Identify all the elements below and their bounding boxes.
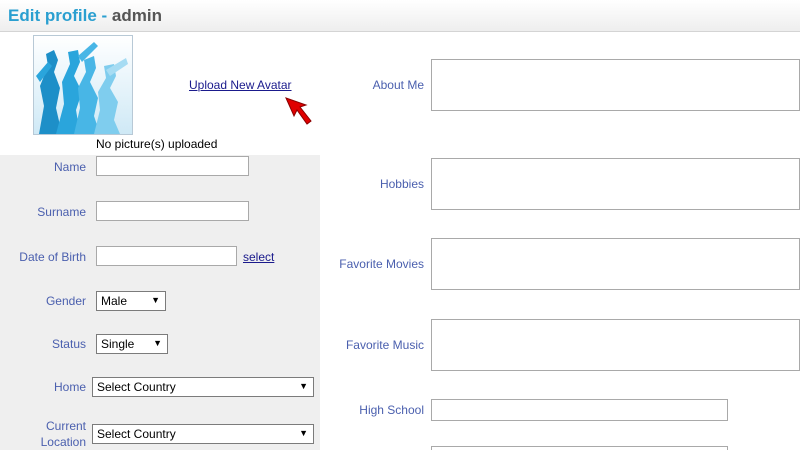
status-label: Status <box>51 337 86 351</box>
no-picture-text: No picture(s) uploaded <box>96 137 218 151</box>
chevron-down-icon: ▼ <box>153 338 162 348</box>
surname-input[interactable] <box>96 201 249 221</box>
page-title-text: Edit profile <box>8 6 97 25</box>
gender-label: Gender <box>45 294 86 308</box>
gender-value: Male <box>101 294 128 308</box>
current-location-label-line2: Location <box>40 435 86 449</box>
upload-avatar-link[interactable]: Upload New Avatar <box>189 78 292 92</box>
dob-input[interactable] <box>96 246 237 266</box>
hobbies-label: Hobbies <box>379 177 424 191</box>
high-school-input[interactable] <box>431 399 728 421</box>
pointer-arrow-icon <box>285 97 312 125</box>
status-value: Single <box>101 337 135 351</box>
chevron-down-icon: ▼ <box>151 295 160 305</box>
title-separator: - <box>96 6 112 25</box>
hobbies-textarea[interactable] <box>431 158 800 210</box>
name-input[interactable] <box>96 156 249 176</box>
favorite-movies-label: Favorite Movies <box>339 257 424 271</box>
status-select[interactable]: Single ▼ <box>96 334 168 354</box>
avatar-silhouette-icon <box>34 36 132 134</box>
avatar-image <box>33 35 133 135</box>
favorite-music-textarea[interactable] <box>431 319 800 371</box>
favorite-movies-textarea[interactable] <box>431 238 800 290</box>
page-title: Edit profile - admin <box>8 6 162 26</box>
chevron-down-icon: ▼ <box>299 381 308 391</box>
about-me-label: About Me <box>372 78 424 92</box>
surname-label: Surname <box>37 205 86 219</box>
current-location-value: Select Country <box>97 427 176 441</box>
chevron-down-icon: ▼ <box>299 428 308 438</box>
favorite-music-label: Favorite Music <box>345 338 424 352</box>
gender-select[interactable]: Male ▼ <box>96 291 166 311</box>
high-school-label: High School <box>359 403 424 417</box>
username: admin <box>111 6 162 25</box>
home-country-select[interactable]: Select Country ▼ <box>92 377 314 397</box>
name-label: Name <box>53 160 86 174</box>
home-country-value: Select Country <box>97 380 176 394</box>
next-field-input[interactable] <box>431 446 728 450</box>
page-header: Edit profile - admin <box>0 0 800 32</box>
current-location-select[interactable]: Select Country ▼ <box>92 424 314 444</box>
current-location-label-line1: Current <box>45 419 86 433</box>
about-me-textarea[interactable] <box>431 59 800 111</box>
dob-label: Date of Birth <box>19 250 86 264</box>
dob-select-link[interactable]: select <box>243 250 274 264</box>
home-label: Home <box>53 380 86 394</box>
